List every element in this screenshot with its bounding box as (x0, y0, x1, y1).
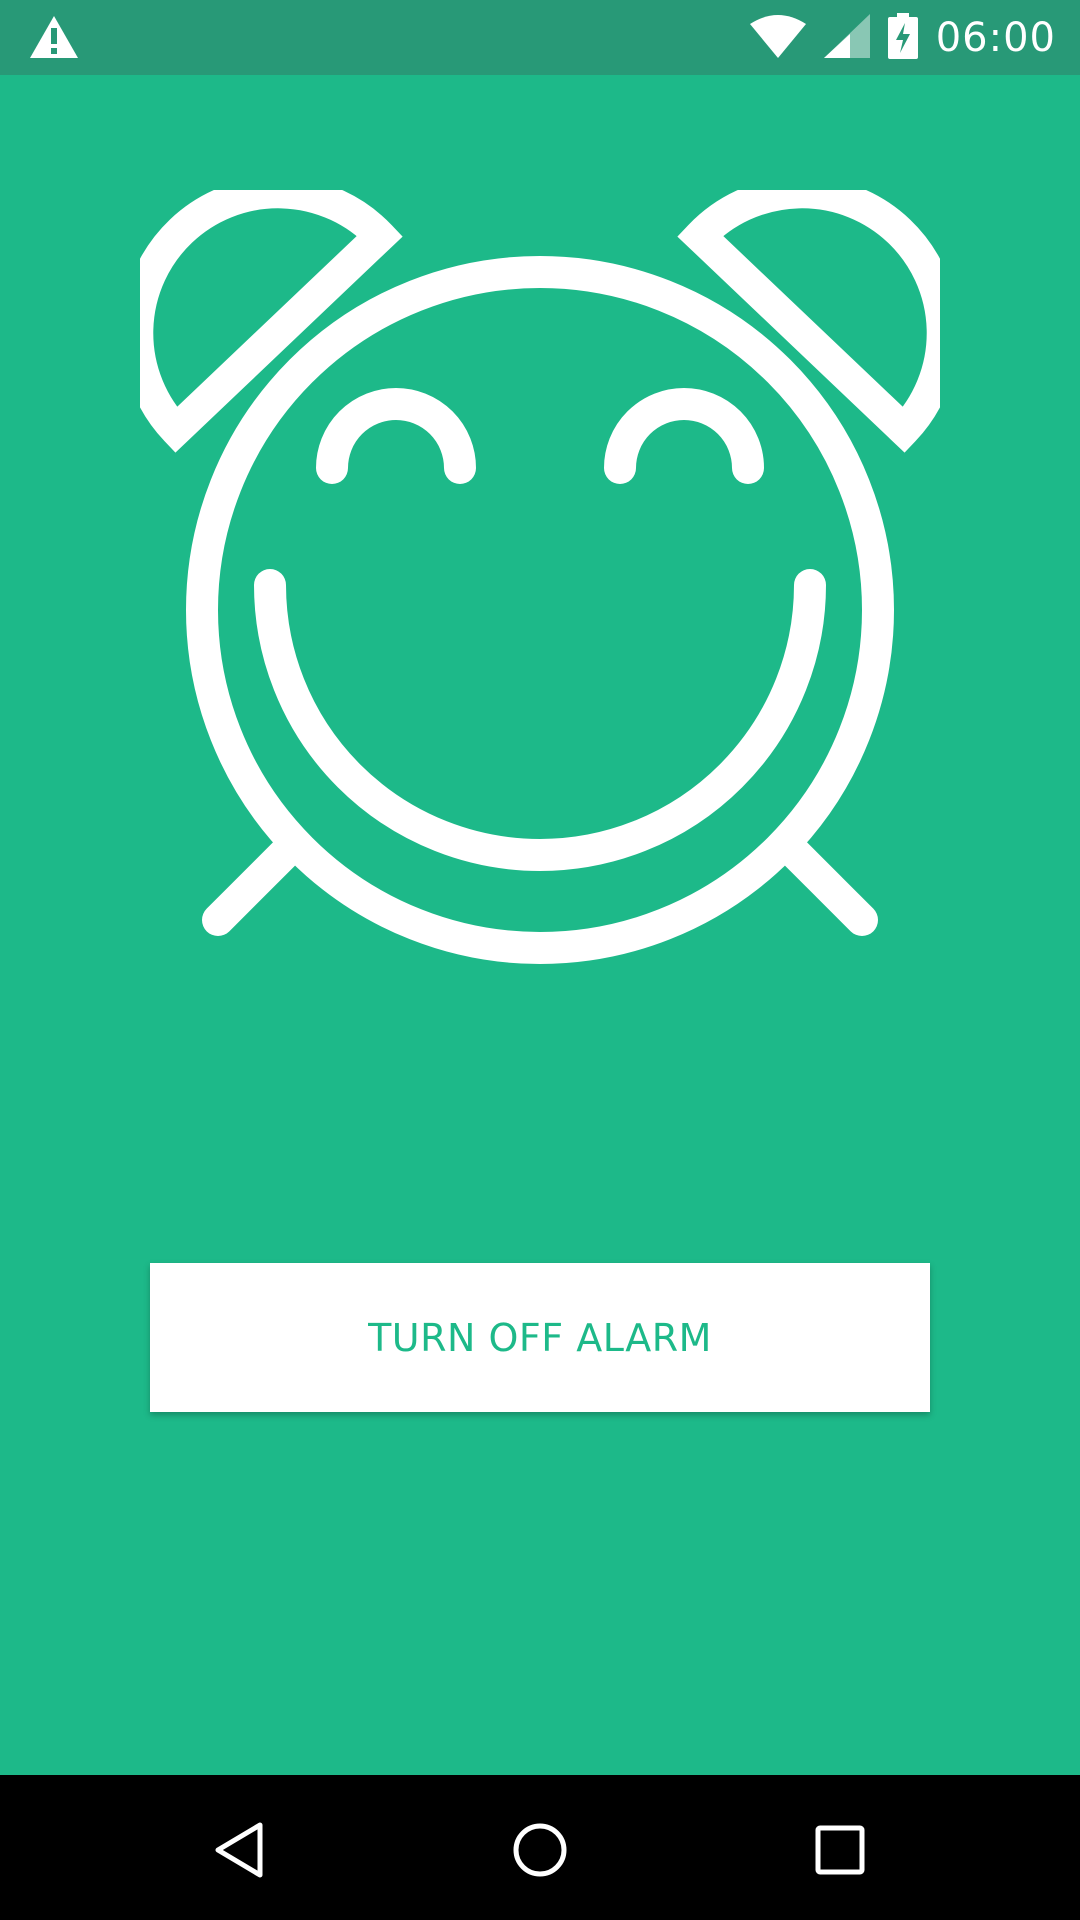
alarm-screen: TURN OFF ALARM (0, 75, 1080, 1775)
turn-off-alarm-label: TURN OFF ALARM (368, 1315, 712, 1360)
back-icon[interactable] (195, 1805, 285, 1895)
status-bar: 06:00 (0, 0, 1080, 75)
navigation-bar (0, 1775, 1080, 1920)
home-icon[interactable] (495, 1805, 585, 1895)
turn-off-alarm-button[interactable]: TURN OFF ALARM (150, 1263, 930, 1412)
smiling-alarm-clock-icon (121, 176, 959, 970)
cell-signal-icon (823, 14, 870, 62)
wifi-icon (749, 14, 806, 62)
recents-icon[interactable] (795, 1805, 885, 1895)
status-time: 06:00 (935, 15, 1056, 61)
battery-charging-icon (887, 13, 918, 63)
status-icons: 06:00 (749, 13, 1056, 63)
warning-icon (28, 14, 80, 60)
